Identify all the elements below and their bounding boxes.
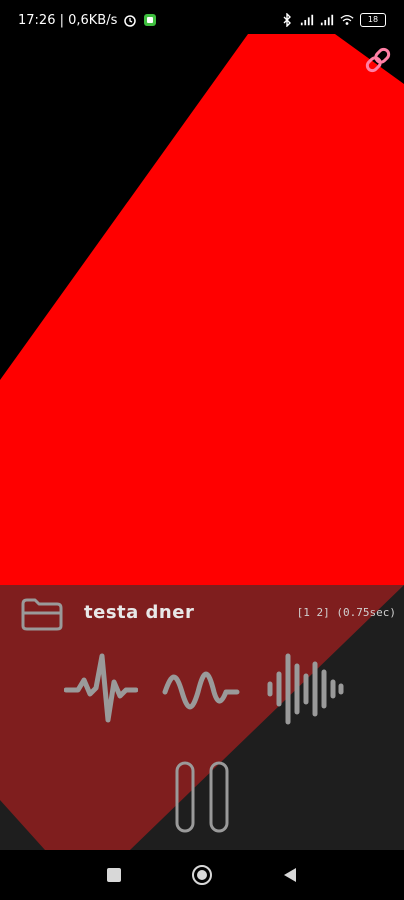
battery-indicator: 18 (360, 13, 386, 27)
home-button[interactable] (187, 860, 217, 890)
home-icon (192, 865, 212, 885)
link-icon[interactable] (362, 44, 394, 76)
back-icon (284, 868, 296, 882)
system-nav-bar (0, 850, 404, 900)
app-notification-icon (144, 14, 157, 26)
folder-icon[interactable] (20, 596, 64, 632)
track-meta: [1 2] (0.75sec) (296, 606, 396, 619)
recents-icon (107, 868, 121, 882)
signal-icon (300, 14, 314, 26)
wifi-icon (340, 14, 354, 25)
track-title: testa dner (84, 602, 195, 623)
heartbeat-wave-icon[interactable] (64, 652, 138, 724)
recents-button[interactable] (99, 860, 129, 890)
alarm-icon (124, 15, 137, 27)
back-button[interactable] (275, 860, 305, 890)
audio-bars-icon[interactable] (264, 652, 344, 726)
status-time: 17:26 | 0,6KB/s (18, 12, 118, 28)
battery-level: 18 (367, 15, 379, 24)
bluetooth-icon (283, 13, 291, 27)
sine-wave-icon[interactable] (162, 666, 240, 714)
pause-icon[interactable] (172, 760, 232, 834)
signal-icon-2 (320, 14, 334, 26)
status-bar: 17:26 | 0,6KB/s 18 (0, 0, 404, 40)
